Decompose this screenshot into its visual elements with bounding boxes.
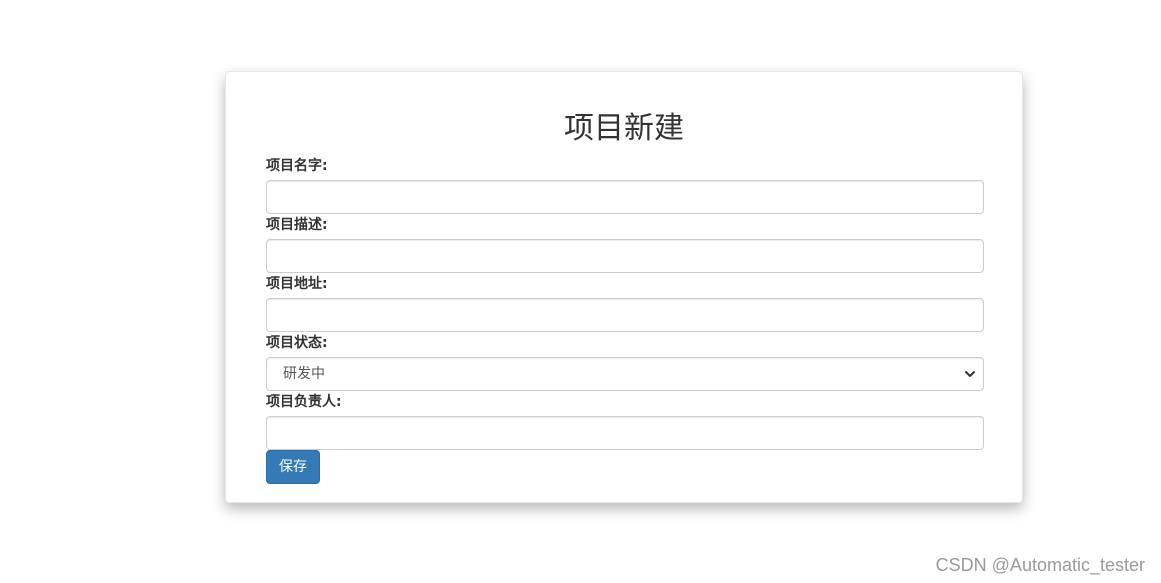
project-status-selected-value: 研发中 bbox=[283, 366, 325, 382]
project-address-label: 项目地址: bbox=[266, 276, 328, 292]
save-button[interactable]: 保存 bbox=[266, 450, 320, 484]
project-description-label: 项目描述: bbox=[266, 217, 328, 233]
project-name-label: 项目名字: bbox=[266, 158, 328, 174]
watermark-text: CSDN @Automatic_tester bbox=[935, 555, 1145, 575]
project-owner-input[interactable] bbox=[266, 416, 984, 450]
project-description-input[interactable] bbox=[266, 239, 984, 273]
project-status-label: 项目状态: bbox=[266, 335, 328, 351]
project-status-select[interactable]: 研发中 bbox=[266, 357, 984, 391]
project-address-input[interactable] bbox=[266, 298, 984, 332]
chevron-down-icon bbox=[965, 371, 975, 377]
project-owner-label: 项目负责人: bbox=[266, 394, 342, 410]
project-create-card: 项目新建 项目名字: 项目描述: 项目地址: 项目状态: 研发中 项目负责人: … bbox=[225, 71, 1023, 503]
project-name-input[interactable] bbox=[266, 180, 984, 214]
page-title: 项目新建 bbox=[564, 111, 684, 146]
